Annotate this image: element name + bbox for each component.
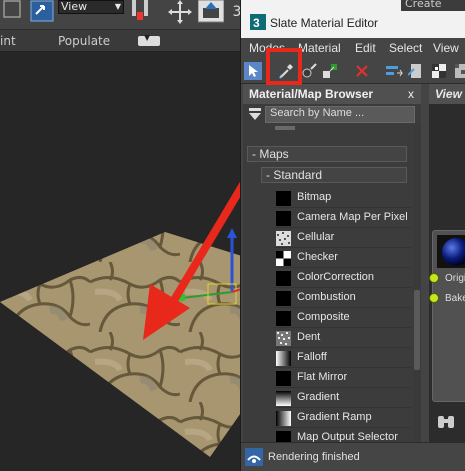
select-region-icon[interactable]: [30, 0, 54, 24]
map-item-label: Dent: [297, 331, 321, 343]
menu-view[interactable]: View: [433, 41, 459, 55]
select-and-manipulate-icon[interactable]: [168, 0, 192, 24]
material-node[interactable]: Origin Bake: [429, 230, 465, 402]
map-item-composite[interactable]: Composite: [275, 309, 411, 328]
search-input[interactable]: Search by Name ...: [265, 106, 415, 123]
map-swatch-icon: [276, 211, 291, 226]
map-item-label: Gradient Ramp: [297, 411, 372, 423]
map-item-checker[interactable]: Checker: [275, 249, 411, 268]
material-node-body[interactable]: Origin Bake: [429, 230, 465, 402]
map-item-label: Cellular: [297, 231, 335, 243]
map-item-dent[interactable]: Dent: [275, 329, 411, 348]
map-item-label: Falloff: [297, 351, 327, 363]
main-toolbar: View ▼ 3: [0, 0, 245, 30]
titlebar: Create Selec 3 Slate Material Editor: [241, 0, 465, 38]
annotation-highlight-box: [266, 48, 302, 85]
map-swatch-icon: [276, 331, 291, 346]
map-item-flat-mirror[interactable]: Flat Mirror: [275, 369, 411, 388]
perspective-viewport[interactable]: [0, 52, 245, 471]
move-children-icon[interactable]: [385, 62, 403, 80]
map-item-label: Combustion: [297, 291, 356, 303]
select-tool-icon[interactable]: [244, 62, 262, 80]
map-swatch-icon: [276, 391, 291, 406]
browser-tree: - Maps - Standard Bitmap Camera Map Per P…: [243, 126, 413, 442]
ribbon-dropdown[interactable]: ▼: [138, 33, 160, 46]
status-text: Rendering finished: [268, 451, 360, 463]
map-item-camera-map-per-pixel[interactable]: Camera Map Per Pixel: [275, 209, 411, 228]
ribbon: int Populate ▼: [0, 30, 245, 52]
browser-title: Material/Map Browser x: [243, 84, 421, 104]
material-map-browser: Material/Map Browser x Search by Name ..…: [243, 84, 421, 442]
map-item-label: Flat Mirror: [297, 371, 348, 383]
map-swatch-icon: [276, 291, 291, 306]
map-item-label: Camera Map Per Pixel: [297, 211, 408, 223]
map-item-label: ColorCorrection: [297, 271, 375, 283]
view-tab[interactable]: View: [429, 84, 465, 104]
background-in-preview-icon[interactable]: [453, 62, 465, 80]
browser-scrollbar[interactable]: [413, 126, 421, 442]
map-item-bitmap[interactable]: Bitmap: [275, 189, 411, 208]
map-item-falloff[interactable]: Falloff: [275, 349, 411, 368]
slate-app-icon: 3: [250, 14, 266, 30]
menu-edit[interactable]: Edit: [355, 41, 376, 55]
browser-options-icon[interactable]: [249, 108, 261, 122]
map-item-gradient-ramp[interactable]: Gradient Ramp: [275, 409, 411, 428]
svg-text:3: 3: [253, 16, 260, 30]
map-swatch-icon: [276, 311, 291, 326]
map-swatch-icon: [276, 371, 291, 386]
map-swatch-icon: [276, 191, 291, 206]
map-item-cellular[interactable]: Cellular: [275, 229, 411, 248]
map-item-colorcorrection[interactable]: ColorCorrection: [275, 269, 411, 288]
hide-unused-nodeslots-icon[interactable]: [407, 62, 425, 80]
view-panel[interactable]: View Origin Bake: [429, 84, 465, 442]
delete-selected-icon[interactable]: [353, 62, 371, 80]
map-item-label: Checker: [297, 251, 338, 263]
map-swatch-icon: [276, 431, 291, 442]
map-item-label: Composite: [297, 311, 350, 323]
ribbon-item-populate[interactable]: Populate: [58, 34, 110, 48]
reference-coordinate-dropdown[interactable]: View ▼: [58, 0, 124, 14]
screen: View ▼ 3 int Populate ▼ Create 3 Slate M…: [0, 0, 465, 471]
search-row: Search by Name ...: [243, 104, 421, 126]
keyboard-shortcut-override-icon[interactable]: [198, 0, 224, 24]
map-item-label: Bitmap: [297, 191, 332, 203]
map-item-label: Map Output Selector: [297, 431, 398, 442]
partial-create-selection-text: Create Selec: [401, 0, 465, 11]
assign-material-icon[interactable]: [321, 62, 339, 80]
standard-group-header[interactable]: - Standard: [261, 167, 407, 183]
origin-port[interactable]: [429, 273, 439, 283]
previous-group-remnant: [275, 126, 295, 130]
menu-select[interactable]: Select: [389, 41, 422, 55]
bake-port-label: Bake: [445, 293, 465, 304]
bake-port[interactable]: [429, 293, 439, 303]
map-swatch-icon: [276, 231, 291, 246]
map-item-map-output-selector[interactable]: Map Output Selector: [275, 429, 411, 442]
map-swatch-icon: [276, 251, 291, 266]
map-swatch-icon: [276, 351, 291, 366]
map-item-gradient[interactable]: Gradient: [275, 389, 411, 408]
material-preview-thumbnail: [437, 235, 465, 268]
render-status-icon: [245, 448, 263, 466]
maps-group-header[interactable]: - Maps: [247, 146, 407, 162]
ribbon-item-int[interactable]: int: [0, 34, 16, 48]
map-swatch-icon: [276, 411, 291, 426]
show-map-in-viewport-icon[interactable]: [430, 62, 448, 80]
window-title: Slate Material Editor: [270, 16, 379, 30]
menu-material[interactable]: Material: [298, 41, 341, 55]
status-bar: Rendering finished: [241, 442, 465, 471]
map-item-label: Gradient: [297, 391, 340, 403]
map-item-combustion[interactable]: Combustion: [275, 289, 411, 308]
put-to-scene-icon[interactable]: [301, 62, 319, 80]
selection-icon[interactable]: [2, 0, 24, 22]
origin-port-label: Origin: [445, 273, 465, 284]
pivot-icon[interactable]: [128, 0, 154, 22]
map-swatch-icon: [276, 271, 291, 286]
binoculars-icon[interactable]: [437, 414, 455, 430]
browser-close-button[interactable]: x: [408, 84, 414, 104]
scrollbar-thumb[interactable]: [414, 290, 420, 370]
